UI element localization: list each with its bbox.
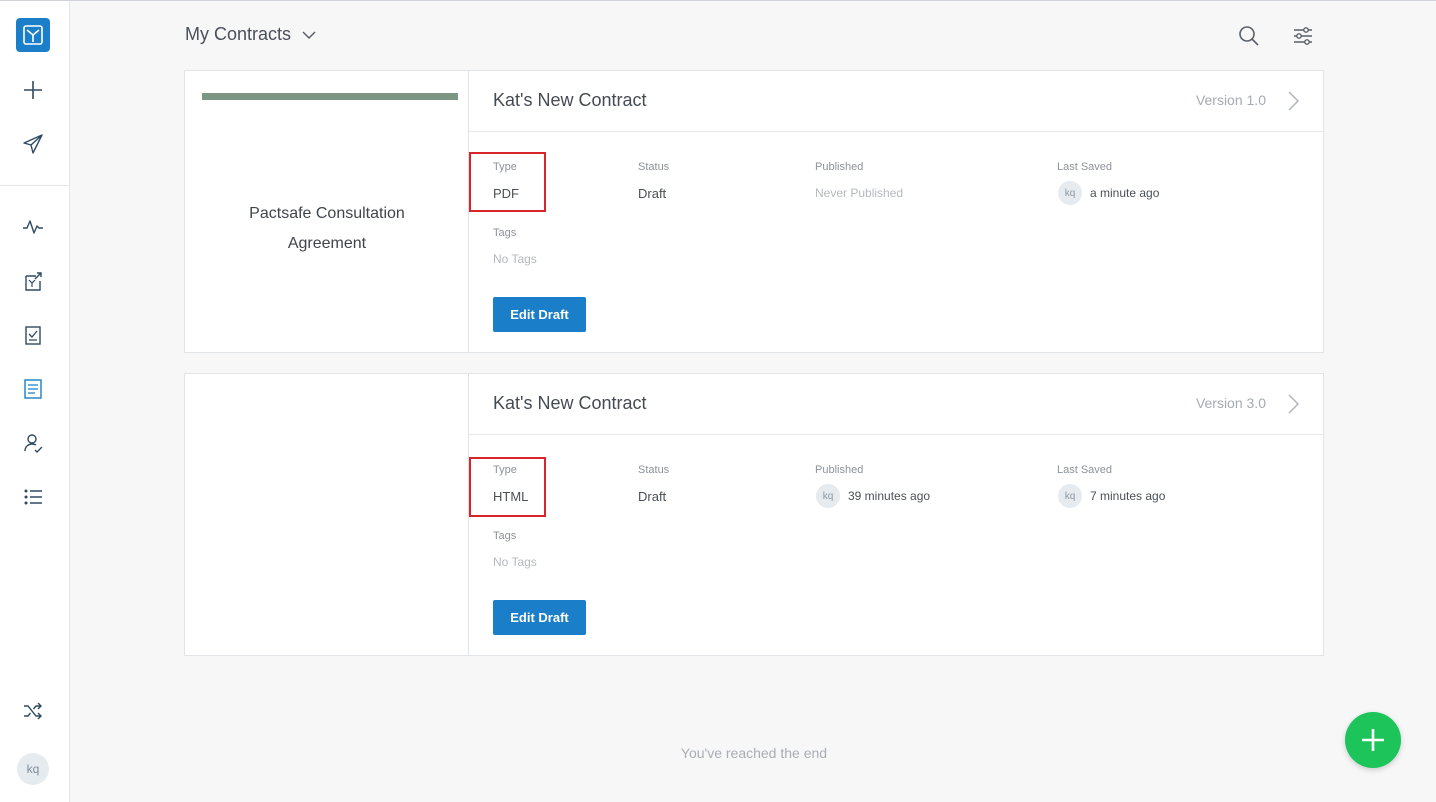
card-header[interactable]: Kat's New Contract Version 3.0	[469, 374, 1323, 435]
status-label: Status	[638, 464, 670, 476]
contract-title[interactable]: Kat's New Contract	[493, 90, 647, 111]
end-of-list-message: You've reached the end	[680, 745, 828, 761]
contract-title[interactable]: Kat's New Contract	[493, 393, 647, 414]
last-saved-value: a minute ago	[1090, 186, 1160, 200]
highlight-box	[469, 152, 546, 212]
search-icon[interactable]	[1237, 24, 1261, 48]
published-label: Published	[815, 464, 864, 476]
plus-icon	[1362, 729, 1384, 751]
contract-thumbnail[interactable]	[185, 374, 469, 655]
edit-draft-button[interactable]: Edit Draft	[493, 600, 586, 635]
published-value: Never Published	[815, 186, 904, 200]
contract-version: Version 3.0	[1195, 395, 1266, 411]
status-value: Draft	[638, 186, 667, 201]
sliders-icon[interactable]	[1291, 24, 1315, 48]
status-label: Status	[638, 161, 670, 173]
last-saved-label: Last Saved	[1057, 464, 1113, 476]
thumbnail-title: Pactsafe Consultation Agreement	[249, 205, 405, 252]
checklist-icon[interactable]	[17, 319, 49, 351]
last-saved-value: 7 minutes ago	[1090, 489, 1166, 503]
document-icon[interactable]	[17, 373, 49, 405]
contract-card: Pactsafe Consultation Agreement Kat's Ne…	[184, 70, 1324, 353]
paper-plane-icon[interactable]	[17, 128, 49, 160]
sidebar-divider	[0, 185, 69, 186]
avatar: kq	[816, 484, 840, 508]
card-header[interactable]: Kat's New Contract Version 1.0	[469, 71, 1323, 132]
contract-version: Version 1.0	[1195, 92, 1266, 108]
tags-label: Tags	[493, 530, 517, 542]
thumbnail-header-bar	[202, 93, 458, 100]
plus-icon[interactable]	[17, 74, 49, 106]
tags-value: No Tags	[493, 555, 537, 569]
chevron-down-icon	[302, 30, 316, 39]
edit-draft-button[interactable]: Edit Draft	[493, 297, 586, 332]
contract-thumbnail[interactable]: Pactsafe Consultation Agreement	[185, 71, 469, 352]
activity-icon[interactable]	[17, 211, 49, 243]
logo-icon[interactable]	[16, 18, 50, 52]
status-value: Draft	[638, 489, 667, 504]
shuffle-icon[interactable]	[17, 695, 49, 727]
published-label: Published	[815, 161, 864, 173]
user-avatar[interactable]: kq	[17, 753, 49, 785]
highlight-box	[469, 457, 546, 517]
published-value: 39 minutes ago	[848, 489, 931, 503]
tags-value: No Tags	[493, 252, 537, 266]
list-icon[interactable]	[17, 481, 49, 513]
contract-export-icon[interactable]	[17, 265, 49, 297]
avatar: kq	[1058, 181, 1082, 205]
avatar: kq	[1058, 484, 1082, 508]
chevron-right-icon[interactable]	[1286, 90, 1300, 112]
contract-card: Kat's New Contract Version 3.0 Type HTML…	[184, 373, 1324, 656]
user-check-icon[interactable]	[17, 427, 49, 459]
add-contract-button[interactable]	[1345, 712, 1401, 768]
top-border	[0, 0, 1436, 1]
sidebar: kq	[0, 1, 70, 802]
contracts-view-dropdown[interactable]: My Contracts	[185, 24, 317, 45]
tags-label: Tags	[493, 227, 517, 239]
last-saved-label: Last Saved	[1057, 161, 1113, 173]
page-title: My Contracts	[185, 24, 292, 44]
chevron-right-icon[interactable]	[1286, 393, 1300, 415]
